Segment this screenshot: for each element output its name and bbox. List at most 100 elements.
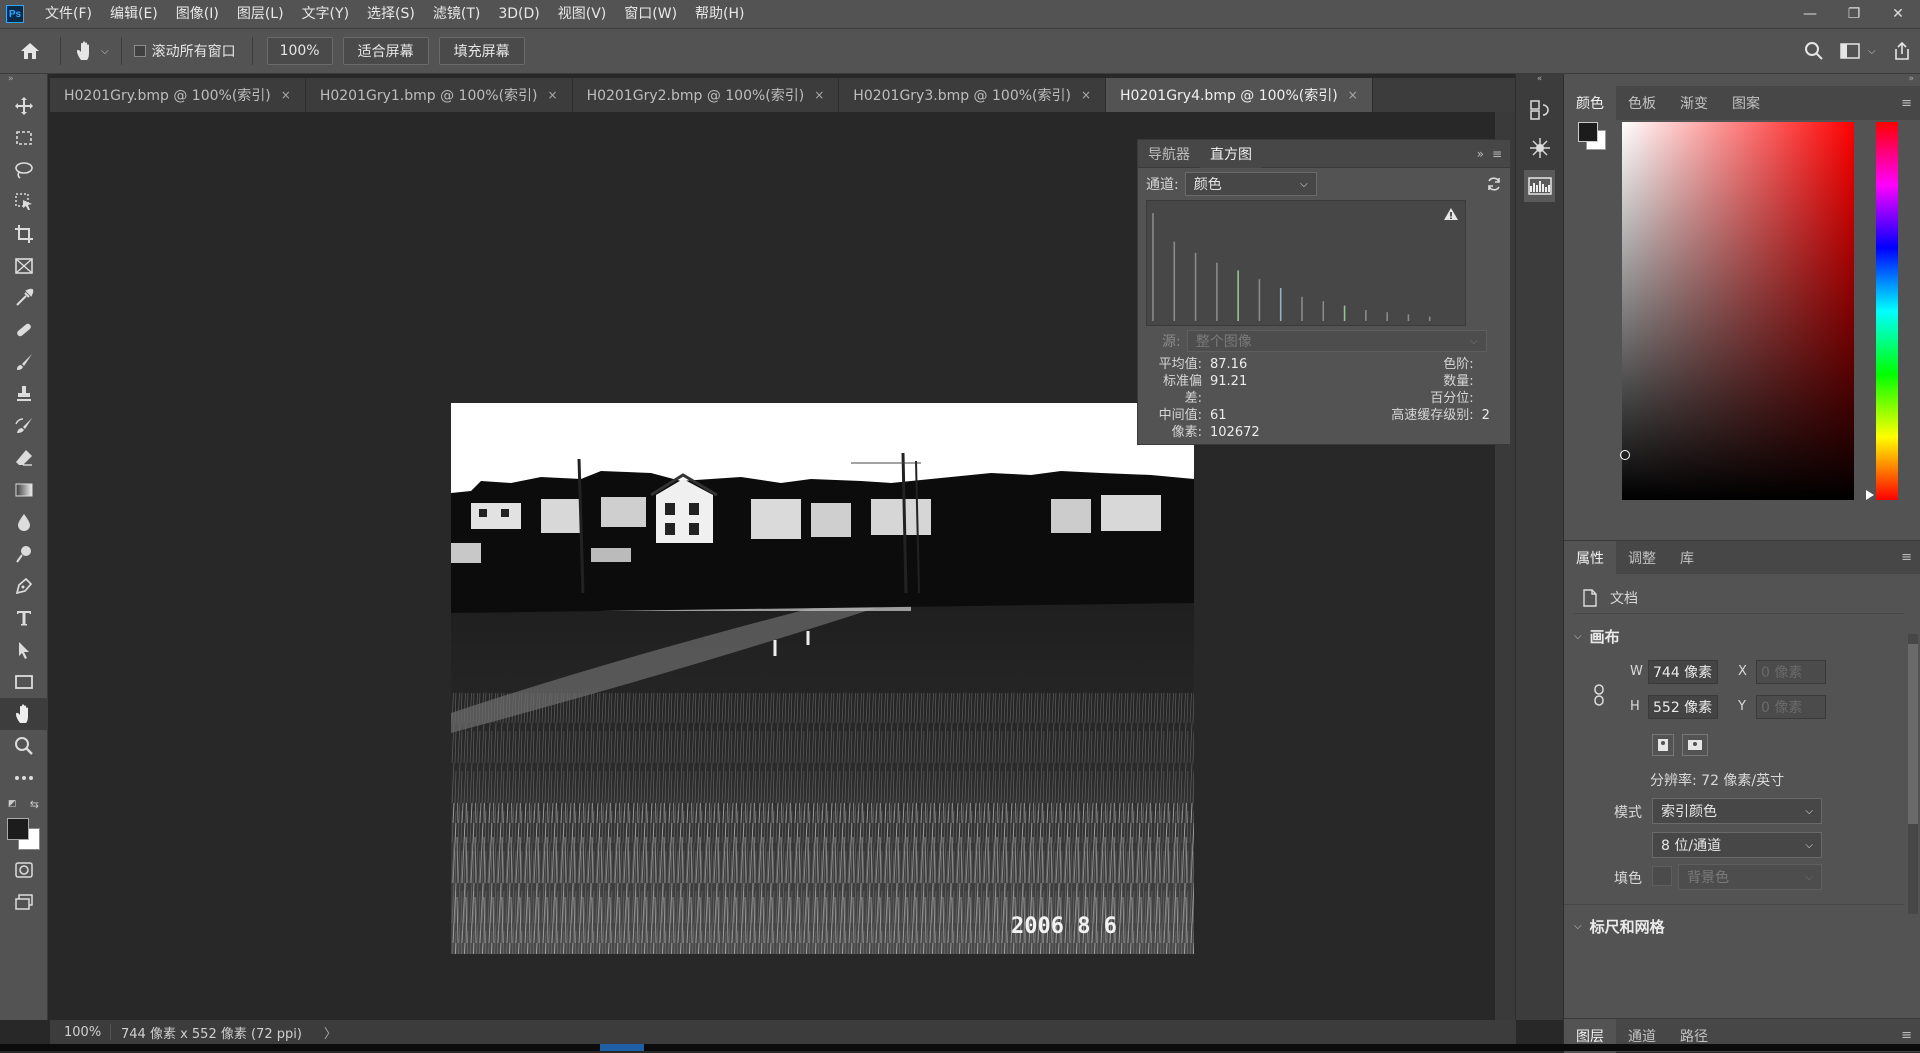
- taskbar-active-app[interactable]: [600, 1044, 644, 1051]
- blur-tool-icon[interactable]: [0, 506, 48, 538]
- close-tab-icon[interactable]: ×: [281, 88, 291, 102]
- properties-scrollbar[interactable]: [1908, 634, 1918, 914]
- menu-item[interactable]: 编辑(E): [101, 0, 167, 28]
- source-select[interactable]: 整个图像 ⌵: [1186, 330, 1487, 352]
- menu-item[interactable]: 文字(Y): [293, 0, 358, 28]
- collapse-tools-icon[interactable]: »: [0, 74, 47, 90]
- more-tools-icon[interactable]: [0, 762, 48, 794]
- clone-stamp-tool-icon[interactable]: [0, 378, 48, 410]
- tab-histogram[interactable]: 直方图: [1200, 139, 1262, 168]
- width-field[interactable]: 744 像素: [1648, 660, 1718, 684]
- panel-tab[interactable]: 调整: [1616, 541, 1668, 575]
- object-select-tool-icon[interactable]: [0, 186, 48, 218]
- workspace-chevron-icon[interactable]: ⌵: [1868, 46, 1884, 57]
- collapse-panel-icon[interactable]: »: [1477, 147, 1484, 161]
- close-tab-icon[interactable]: ×: [814, 88, 824, 102]
- menu-item[interactable]: 滤镜(T): [424, 0, 489, 28]
- hue-slider-handle[interactable]: [1866, 490, 1874, 500]
- default-colors-icon[interactable]: ◩: [8, 799, 17, 809]
- menu-item[interactable]: 图层(L): [228, 0, 293, 28]
- document-tab[interactable]: H0201Gry2.bmp @ 100%(索引) ×: [573, 78, 840, 112]
- eyedropper-tool-icon[interactable]: [0, 282, 48, 314]
- hue-slider[interactable]: [1876, 122, 1898, 500]
- close-window-icon[interactable]: ✕: [1876, 0, 1920, 28]
- expand-icon-strip[interactable]: «: [1516, 74, 1563, 88]
- panel-tab[interactable]: 属性: [1564, 540, 1616, 575]
- panel-tab[interactable]: 颜色: [1564, 86, 1616, 120]
- lasso-tool-icon[interactable]: [0, 154, 48, 186]
- mode-select[interactable]: 索引颜色 ⌵: [1652, 798, 1822, 824]
- document-tab[interactable]: H0201Gry.bmp @ 100%(索引) ×: [50, 78, 306, 112]
- tab-navigator[interactable]: 导航器: [1138, 140, 1200, 168]
- document-tab[interactable]: H0201Gry4.bmp @ 100%(索引) ×: [1106, 78, 1373, 112]
- canvas-section-header[interactable]: ⌵ 画布: [1574, 626, 1620, 647]
- rectangle-tool-icon[interactable]: [0, 666, 48, 698]
- menu-item[interactable]: 图像(I): [167, 0, 228, 28]
- color-panel-menu-icon[interactable]: ≡: [1901, 96, 1912, 111]
- eraser-tool-icon[interactable]: [0, 442, 48, 474]
- scroll-all-windows[interactable]: 滚动所有窗口: [133, 41, 236, 61]
- menu-item[interactable]: 选择(S): [358, 0, 424, 28]
- height-field[interactable]: 552 像素: [1648, 695, 1718, 719]
- frame-tool-icon[interactable]: [0, 250, 48, 282]
- fill-select[interactable]: 背景色 ⌵: [1678, 864, 1822, 890]
- marquee-tool-icon[interactable]: [0, 122, 48, 154]
- close-tab-icon[interactable]: ×: [1081, 88, 1091, 102]
- panel-tab[interactable]: 色板: [1616, 86, 1668, 120]
- fit-screen-button[interactable]: 适合屏幕: [342, 37, 429, 65]
- properties-scroll-thumb[interactable]: [1908, 644, 1918, 824]
- y-field[interactable]: 0 像素: [1756, 695, 1826, 719]
- search-icon[interactable]: [1796, 41, 1832, 61]
- fill-color-swatch[interactable]: [1652, 866, 1672, 886]
- brush-settings-icon[interactable]: [1524, 132, 1555, 164]
- landscape-orientation-icon[interactable]: [1682, 734, 1708, 756]
- scroll-all-checkbox[interactable]: [133, 45, 146, 57]
- properties-menu-icon[interactable]: ≡: [1901, 550, 1912, 565]
- hand-tool-icon[interactable]: [0, 698, 48, 730]
- history-brush-tool-icon[interactable]: [0, 410, 48, 442]
- menu-item[interactable]: 3D(D): [489, 0, 548, 28]
- menu-item[interactable]: 窗口(W): [615, 0, 686, 28]
- history-panel-icon[interactable]: [1524, 94, 1555, 126]
- layers-menu-icon[interactable]: ≡: [1901, 1028, 1912, 1043]
- fill-screen-button[interactable]: 填充屏幕: [438, 37, 525, 65]
- swap-colors-icon[interactable]: ⇆: [30, 798, 39, 811]
- dodge-tool-icon[interactable]: [0, 538, 48, 570]
- path-selection-tool-icon[interactable]: [0, 634, 48, 666]
- panel-tab[interactable]: 库: [1668, 541, 1706, 575]
- gradient-tool-icon[interactable]: [0, 474, 48, 506]
- crop-tool-icon[interactable]: [0, 218, 48, 250]
- healing-brush-tool-icon[interactable]: [0, 314, 48, 346]
- x-field[interactable]: 0 像素: [1756, 660, 1826, 684]
- close-tab-icon[interactable]: ×: [1348, 88, 1358, 102]
- status-zoom[interactable]: 100%: [50, 1025, 101, 1040]
- hand-tool-preset[interactable]: ⌵: [75, 40, 109, 62]
- quick-mask-icon[interactable]: [0, 854, 48, 886]
- share-icon[interactable]: [1884, 41, 1920, 61]
- close-tab-icon[interactable]: ×: [548, 88, 558, 102]
- color-picker-cursor[interactable]: [1620, 450, 1630, 460]
- warning-icon[interactable]: [1443, 207, 1459, 221]
- menu-item[interactable]: 帮助(H): [686, 0, 753, 28]
- collapse-right-panel[interactable]: »: [1564, 74, 1920, 86]
- minimize-icon[interactable]: —: [1788, 0, 1832, 28]
- menu-item[interactable]: 视图(V): [549, 0, 616, 28]
- chevron-down-icon[interactable]: ⌵: [101, 46, 109, 57]
- zoom-field[interactable]: 100%: [266, 37, 333, 65]
- brush-tool-icon[interactable]: [0, 346, 48, 378]
- zoom-tool-icon[interactable]: [0, 730, 48, 762]
- foreground-color-swatch[interactable]: [7, 818, 29, 840]
- screen-mode-icon[interactable]: [0, 886, 48, 918]
- panel-tab[interactable]: 图案: [1720, 86, 1772, 120]
- channel-select[interactable]: 颜色 ⌵: [1184, 172, 1317, 196]
- type-tool-icon[interactable]: [0, 602, 48, 634]
- move-tool-icon[interactable]: [0, 90, 48, 122]
- portrait-orientation-icon[interactable]: [1652, 734, 1674, 756]
- document-image[interactable]: 2006 8 6: [451, 403, 1194, 954]
- document-tab[interactable]: H0201Gry3.bmp @ 100%(索引) ×: [839, 78, 1107, 112]
- pen-tool-icon[interactable]: [0, 570, 48, 602]
- refresh-icon[interactable]: [1486, 176, 1502, 192]
- home-icon[interactable]: [0, 28, 60, 74]
- document-tab[interactable]: H0201Gry1.bmp @ 100%(索引) ×: [306, 78, 573, 112]
- bit-depth-select[interactable]: 8 位/通道 ⌵: [1652, 832, 1822, 858]
